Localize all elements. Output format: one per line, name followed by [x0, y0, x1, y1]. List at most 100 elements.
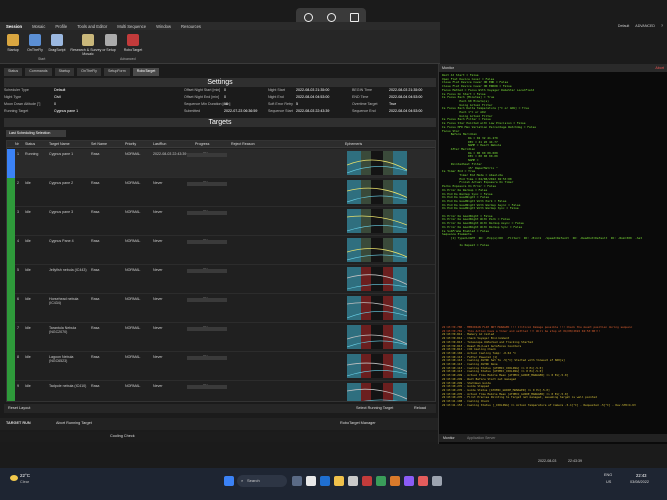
monitor-tabs: Monitor Application Server — [439, 434, 667, 442]
reset-layout-button[interactable]: Reset Layout — [8, 406, 30, 410]
disconnect-icon[interactable] — [326, 12, 336, 22]
column-header[interactable]: Progress — [195, 142, 209, 146]
status-indicator — [7, 236, 15, 265]
column-header[interactable]: Target Name — [49, 142, 70, 146]
ribbon-tab-window[interactable]: Window — [156, 24, 171, 29]
task-view-icon[interactable] — [292, 476, 302, 486]
column-header[interactable]: Priority — [125, 142, 136, 146]
ribbon-tab-mosaic[interactable]: Mosaic — [32, 24, 45, 29]
robotarget-manager-button[interactable]: RoboTarget Manager — [340, 421, 376, 425]
chrome-icon[interactable] — [306, 476, 316, 486]
cell-set: Rasa — [91, 297, 100, 301]
weather-icon[interactable] — [10, 475, 18, 481]
cell-lastrun: Never — [153, 297, 163, 301]
tab-robotarget[interactable]: RoboTarget — [132, 68, 160, 76]
ribbon-tab-tools[interactable]: Tools and Editor — [77, 24, 107, 29]
cell-nr: 1 — [17, 152, 19, 156]
abort-running-target-button[interactable]: Abort Running Target — [56, 421, 92, 425]
table-row[interactable]: 5 Idle Jellyfish nebula (IC443) Rasa NORMAL N… — [7, 265, 435, 294]
dragscript-button[interactable]: DragScript — [46, 34, 68, 52]
column-header[interactable]: Nr — [15, 142, 19, 146]
app-icon-orange[interactable] — [390, 476, 400, 486]
table-row[interactable]: 9 Idle Tadpole nebula (IC410) Rasa NORMAL Nev… — [7, 381, 435, 401]
help-icon[interactable]: ? — [661, 24, 663, 28]
reload-button[interactable]: Reload — [414, 406, 426, 410]
cell-nr: 8 — [17, 355, 19, 359]
monitor-tab[interactable]: Monitor — [443, 436, 455, 440]
setting-label: Overtime Target — [352, 102, 378, 106]
table-row[interactable]: 2IdleCygnus pane 2RasaNORMALNever0% — [7, 178, 435, 207]
app-icon-gray[interactable] — [432, 476, 442, 486]
column-header[interactable]: Ephemeris — [345, 142, 362, 146]
setting-value: 0 — [224, 88, 226, 92]
ephemeris-graph — [347, 354, 407, 378]
column-header[interactable]: LastRun — [153, 142, 166, 146]
setting-label: Sequence Start — [268, 109, 293, 113]
ribbon-tab-profile[interactable]: Profile — [55, 24, 67, 29]
tab-startup[interactable]: Startup — [54, 68, 75, 76]
cell-lastrun: Never — [153, 268, 163, 272]
setting-value: 2022-08-04 04:53:00 — [296, 95, 330, 99]
voyager-icon[interactable] — [348, 476, 358, 486]
lang-label[interactable]: ENG — [604, 473, 612, 477]
select-running-target-button[interactable]: Select Running Target — [356, 406, 393, 410]
start-icon[interactable] — [224, 476, 234, 486]
app-icon-purple[interactable] — [404, 476, 414, 486]
status-time: 22:43:39 — [568, 459, 582, 463]
table-row[interactable]: 8 Idle Lagoon Nebula (NGC6523) Rasa NORMAL Ne… — [7, 352, 435, 381]
startup-button[interactable]: Startup — [2, 34, 24, 52]
cell-nr: 7 — [17, 326, 19, 330]
tab-onthefly[interactable]: OnTheFly — [77, 68, 101, 76]
explorer-icon[interactable] — [334, 476, 344, 486]
search-box[interactable]: ⌕ Search — [237, 475, 287, 487]
setting-label: Night Start — [268, 88, 285, 92]
cell-lastrun: Never — [153, 210, 163, 214]
tab-setupform[interactable]: SetupForm — [103, 68, 130, 76]
clock-time[interactable]: 22:43 — [636, 473, 646, 478]
abort-button[interactable]: Abort — [655, 64, 664, 72]
table-row[interactable]: 3IdleCygnus pane 3RasaNORMALNever0% — [7, 207, 435, 236]
robotarget-button[interactable]: RoboTarget — [122, 34, 144, 52]
profile-selector[interactable]: Default — [618, 24, 629, 28]
setting-label: Night Type — [4, 95, 22, 99]
mode-label[interactable]: ADVANCED — [635, 24, 655, 28]
app-icon-green[interactable] — [376, 476, 386, 486]
status-date: 2022-08-03 — [538, 459, 557, 463]
edge-icon[interactable] — [320, 476, 330, 486]
progress-bar — [187, 356, 227, 360]
keyboard-icon[interactable] — [349, 12, 359, 22]
table-row[interactable]: 7 Idle Tarantula Nebula (NGC2070) Rasa NORMA… — [7, 323, 435, 352]
table-row[interactable]: 4IdleCygnus Pane 4RasaNORMALNever0% — [7, 236, 435, 265]
cell-status: Idle — [25, 297, 31, 301]
app-server-tab[interactable]: Application Server — [467, 436, 495, 440]
column-header[interactable]: Set Name — [91, 142, 107, 146]
table-row[interactable]: 6 Idle Horsehead nebula (IC434) Rasa NORMAL N… — [7, 294, 435, 323]
table-row[interactable]: 1 Running Cygnus pane 1 Rasa NORMAL 2022-08-0… — [7, 149, 435, 178]
tab-commands[interactable]: Commands — [25, 68, 52, 76]
ribbon-tab-multi-sequence[interactable]: Multi Sequence — [117, 24, 146, 29]
cell-status: Idle — [25, 210, 31, 214]
monitor-panel: Monitor Abort Wait At Start = False Open … — [438, 64, 667, 444]
app-icon-red[interactable] — [362, 476, 372, 486]
status-indicator — [7, 323, 15, 352]
column-header[interactable]: Reject Reason — [231, 142, 255, 146]
ribbon-tab-resources[interactable]: Resources — [181, 24, 201, 29]
status-indicator — [7, 265, 15, 294]
settings-grid: Scheduler Type Default Offset Night Start … — [4, 88, 436, 118]
zoom-icon[interactable] — [303, 12, 313, 22]
setting-value: 2022-08-03 21:35:00 — [296, 88, 330, 92]
search-label: Search — [247, 478, 260, 483]
app-icon-pink[interactable] — [418, 476, 428, 486]
column-header[interactable]: Status — [25, 142, 35, 146]
onthefly-button[interactable]: OnTheFly — [24, 34, 46, 52]
setting-label: Scheduler Type — [4, 88, 29, 92]
robotarget-icon — [127, 34, 139, 46]
last-scheduling-tab[interactable]: Last Scheduling Selection — [6, 130, 66, 137]
run-bar: TARGET RUN Abort Running Target RoboTarg… — [0, 418, 440, 430]
setting-value: 5 — [296, 102, 298, 106]
weather-temp[interactable]: 22°C — [20, 473, 30, 478]
ribbon-tab-session[interactable]: Session — [6, 24, 22, 29]
tab-status[interactable]: Status — [4, 68, 23, 76]
setup-button[interactable]: Setup — [100, 34, 122, 52]
table-header: Nr Status Target Name Set Name Priority LastR… — [7, 141, 435, 148]
